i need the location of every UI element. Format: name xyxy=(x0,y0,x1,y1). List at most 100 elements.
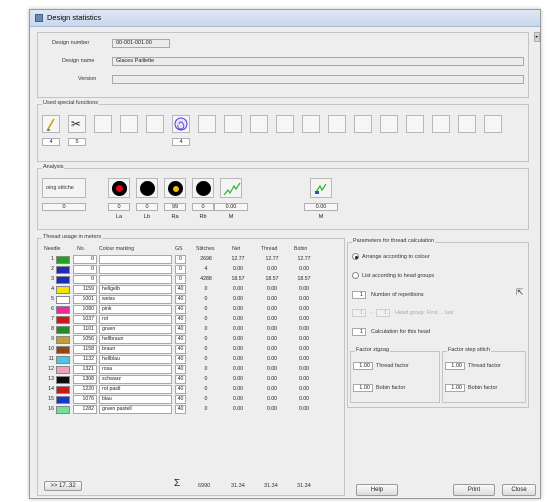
head-groups-label[interactable]: List according to head groups xyxy=(362,273,434,279)
thread-number-field[interactable]: 1056 xyxy=(73,335,97,344)
gs-field[interactable]: 40 xyxy=(175,395,186,404)
gs-field[interactable]: 40 xyxy=(175,285,186,294)
range-first-field[interactable]: 1 xyxy=(352,309,366,317)
colour-marking-field[interactable]: gruen pastell xyxy=(99,405,172,414)
help-button[interactable]: Help xyxy=(356,484,398,496)
thread-number-field[interactable]: 1101 xyxy=(73,325,97,334)
net-value: 0.00 xyxy=(232,386,244,392)
zigzag-thread-factor-field[interactable]: 1.00 xyxy=(353,362,373,370)
colour-marking-field[interactable]: gruen xyxy=(99,325,172,334)
gs-field[interactable]: 0 xyxy=(175,275,186,284)
thread-number-field[interactable]: 1037 xyxy=(73,315,97,324)
gs-field[interactable]: 40 xyxy=(175,405,186,414)
colour-swatch[interactable] xyxy=(56,375,70,384)
gs-field[interactable]: 40 xyxy=(175,315,186,324)
colour-swatch[interactable] xyxy=(56,295,70,304)
colour-marking-field[interactable]: rosa xyxy=(99,365,172,374)
special-functions-group: Used special functions 4 ✂ 5 4 xyxy=(37,100,529,162)
print-button[interactable]: Print xyxy=(453,484,495,496)
thread-number-field[interactable]: 1076 xyxy=(73,395,97,404)
thread-number-field[interactable]: 1001 xyxy=(73,295,97,304)
analysis-value: 0 xyxy=(108,203,130,211)
gs-field[interactable]: 40 xyxy=(175,365,186,374)
colour-marking-field[interactable]: hellbraun xyxy=(99,335,172,344)
analysis-type-box[interactable]: oing stitche xyxy=(42,178,86,198)
zigzag-bobin-factor-field[interactable]: 1.00 xyxy=(353,384,373,392)
needle-icon xyxy=(47,118,55,131)
thread-number-field[interactable]: 1132 xyxy=(73,355,97,364)
colour-marking-field[interactable]: braun xyxy=(99,345,172,354)
gs-field[interactable]: 0 xyxy=(175,255,186,264)
repetitions-field[interactable]: 1 xyxy=(352,291,366,299)
special-function-slot xyxy=(328,115,346,133)
gs-field[interactable]: 40 xyxy=(175,325,186,334)
colour-marking-field[interactable]: schwarz xyxy=(99,375,172,384)
gs-field[interactable]: 0 xyxy=(175,265,186,274)
gs-field[interactable]: 40 xyxy=(175,295,186,304)
thread-number-field[interactable]: 0 xyxy=(73,255,97,264)
colour-marking-field[interactable]: hellblau xyxy=(99,355,172,364)
head-groups-radio[interactable] xyxy=(352,272,359,279)
colour-marking-field[interactable]: weiss xyxy=(99,295,172,304)
colour-swatch[interactable] xyxy=(56,275,70,284)
calc-head-field[interactable]: 1 xyxy=(352,328,366,336)
needle-number: 10 xyxy=(48,346,54,352)
colour-marking-field[interactable] xyxy=(99,265,172,274)
colour-marking-field[interactable] xyxy=(99,275,172,284)
colour-swatch[interactable] xyxy=(56,305,70,314)
col-stitches: Stitches xyxy=(196,246,215,252)
design-name-field[interactable]: Glaces Paillette xyxy=(112,57,524,66)
thread-number-field[interactable]: 1159 xyxy=(73,285,97,294)
range-last-field[interactable]: 1 xyxy=(376,309,390,317)
gs-field[interactable]: 40 xyxy=(175,375,186,384)
side-scroll-button[interactable]: ▸ xyxy=(534,32,540,42)
gs-field[interactable]: 40 xyxy=(175,345,186,354)
needle-number: 14 xyxy=(48,386,54,392)
gs-field[interactable]: 40 xyxy=(175,335,186,344)
colour-swatch[interactable] xyxy=(56,355,70,364)
thread-number-field[interactable]: 1321 xyxy=(73,365,97,374)
colour-swatch[interactable] xyxy=(56,335,70,344)
colour-swatch[interactable] xyxy=(56,345,70,354)
colour-marking-field[interactable]: rot pastl xyxy=(99,385,172,394)
step-bobin-factor-field[interactable]: 1.00 xyxy=(445,384,465,392)
arrange-colour-label[interactable]: Arrange according to colour xyxy=(362,254,430,260)
colour-swatch[interactable] xyxy=(56,395,70,404)
next-needles-button[interactable]: >> 17..32 xyxy=(44,481,82,491)
thread-number-field[interactable]: 1158 xyxy=(73,345,97,354)
colour-marking-field[interactable] xyxy=(99,255,172,264)
special-function-count: 4 xyxy=(42,138,60,146)
stitches-value: 0 xyxy=(204,386,208,392)
colour-swatch[interactable] xyxy=(56,315,70,324)
thread-number-field[interactable]: 1308 xyxy=(73,375,97,384)
colour-swatch[interactable] xyxy=(56,325,70,334)
close-button[interactable]: Close xyxy=(502,484,536,496)
special-function-slot xyxy=(484,115,502,133)
colour-marking-field[interactable]: pink xyxy=(99,305,172,314)
analysis-caption: M xyxy=(228,214,234,220)
thread-number-field[interactable]: 1080 xyxy=(73,305,97,314)
design-number-field[interactable]: 00-001-001.00 xyxy=(112,39,170,48)
colour-swatch[interactable] xyxy=(56,405,70,414)
colour-swatch[interactable] xyxy=(56,285,70,294)
gs-field[interactable]: 40 xyxy=(175,355,186,364)
thread-number-field[interactable]: 1282 xyxy=(73,405,97,414)
colour-marking-field[interactable]: blau xyxy=(99,395,172,404)
version-field[interactable] xyxy=(112,75,524,84)
gs-field[interactable]: 40 xyxy=(175,385,186,394)
thread-number-field[interactable]: 1220 xyxy=(73,385,97,394)
arrange-colour-radio[interactable] xyxy=(352,253,359,260)
colour-swatch[interactable] xyxy=(56,265,70,274)
gs-field[interactable]: 40 xyxy=(175,305,186,314)
thread-value: 0.00 xyxy=(266,316,278,322)
colour-swatch[interactable] xyxy=(56,385,70,394)
thread-number-field[interactable]: 0 xyxy=(73,275,97,284)
step-thread-factor-field[interactable]: 1.00 xyxy=(445,362,465,370)
colour-swatch[interactable] xyxy=(56,365,70,374)
colour-swatch[interactable] xyxy=(56,255,70,264)
needle-number: 11 xyxy=(48,356,54,362)
stitches-value: 2698 xyxy=(200,256,212,262)
thread-number-field[interactable]: 0 xyxy=(73,265,97,274)
colour-marking-field[interactable]: rot xyxy=(99,315,172,324)
colour-marking-field[interactable]: hellgelb xyxy=(99,285,172,294)
